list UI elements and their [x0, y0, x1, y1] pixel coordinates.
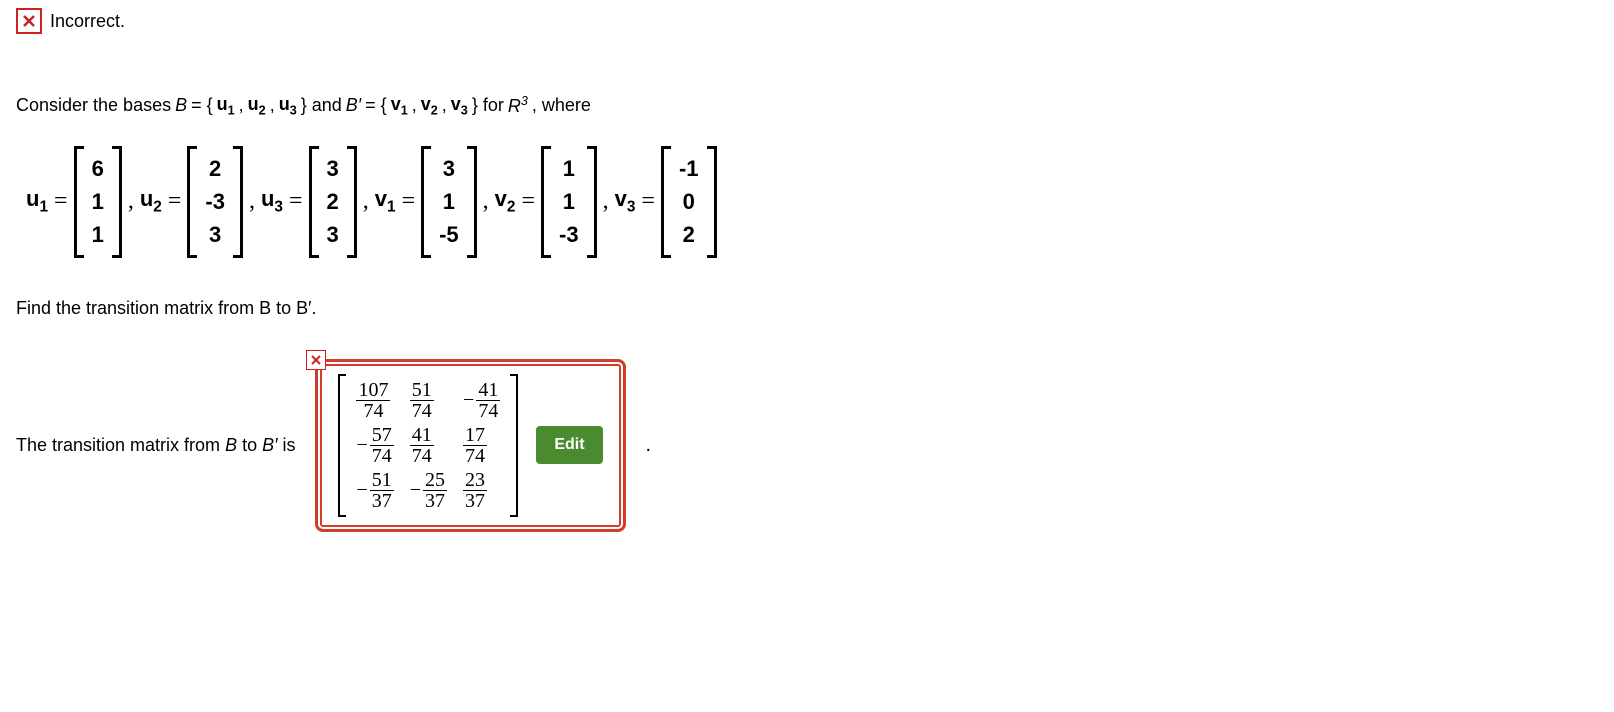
- comma: ,: [128, 188, 134, 215]
- vector-u2: u2: [248, 94, 266, 118]
- column-vector: 31-5: [421, 146, 477, 258]
- matrix-cell: 2337: [463, 470, 500, 511]
- matrix-cell: 10774: [356, 380, 393, 421]
- vector-label: v2: [495, 186, 516, 216]
- vector-v3: v3: [451, 94, 468, 118]
- period: .: [646, 434, 652, 457]
- vector-v1: v1: [391, 94, 408, 118]
- column-vector: -102: [661, 146, 717, 258]
- vector-label: v1: [375, 186, 396, 216]
- vector-u1: u1: [217, 94, 235, 118]
- matrix-cell: −2537: [410, 470, 447, 511]
- answer-row: The transition matrix from B to B′ is 10…: [16, 359, 1598, 532]
- column-vector: 323: [309, 146, 357, 258]
- vector-label: u2: [140, 186, 162, 216]
- answer-input-box[interactable]: 10774 5174 −4174 −5774 4174 1774 −5137 −2537 233…: [315, 359, 625, 532]
- equals-sign: =: [641, 188, 655, 215]
- incorrect-icon: [16, 8, 42, 34]
- answer-matrix: 10774 5174 −4174 −5774 4174 1774 −5137 −2537 233…: [338, 374, 518, 517]
- matrix-cell: −4174: [463, 380, 500, 421]
- matrix-cell: −5137: [356, 470, 393, 511]
- vector-definitions: u1 = 611, u2 = 2-33, u3 = 323, v1 = 31-5…: [26, 146, 1598, 258]
- comma: ,: [249, 188, 255, 215]
- vector-u3: u3: [279, 94, 297, 118]
- matrix-cell: −5774: [356, 425, 393, 466]
- prompt-text: } for: [472, 95, 504, 116]
- problem-prompt: Consider the bases B = { u1 , u2 , u3 } …: [16, 94, 1598, 118]
- vector-label: u1: [26, 186, 48, 216]
- answer-box-wrapper: 10774 5174 −4174 −5774 4174 1774 −5137 −2537 233…: [315, 359, 625, 532]
- space-R: R3: [508, 94, 528, 117]
- status-text: Incorrect.: [50, 11, 125, 32]
- edit-button[interactable]: Edit: [536, 426, 602, 464]
- comma: ,: [483, 188, 489, 215]
- status-row: Incorrect.: [16, 8, 1598, 34]
- equals-sign: =: [54, 188, 68, 215]
- vector-v2: v2: [421, 94, 438, 118]
- comma: ,: [412, 95, 417, 116]
- prompt-text: , where: [532, 95, 591, 116]
- equals-sign: =: [168, 188, 182, 215]
- vector-label: u3: [261, 186, 283, 216]
- comma: ,: [270, 95, 275, 116]
- matrix-cell: 1774: [463, 425, 500, 466]
- prompt-text: Consider the bases: [16, 95, 171, 116]
- basis-B: B: [175, 95, 187, 116]
- basis-Bprime: B′: [346, 95, 361, 116]
- comma: ,: [239, 95, 244, 116]
- incorrect-badge-icon: [306, 350, 326, 370]
- instruction-text: Find the transition matrix from B to B′.: [16, 298, 1598, 319]
- equals-sign: =: [521, 188, 535, 215]
- column-vector: 611: [74, 146, 122, 258]
- comma: ,: [442, 95, 447, 116]
- matrix-cell: 5174: [410, 380, 447, 421]
- comma: ,: [603, 188, 609, 215]
- vector-label: v3: [615, 186, 636, 216]
- matrix-cell: 4174: [410, 425, 447, 466]
- column-vector: 11-3: [541, 146, 597, 258]
- equals-sign: =: [289, 188, 303, 215]
- answer-lead: The transition matrix from B to B′ is: [16, 435, 295, 456]
- comma: ,: [363, 188, 369, 215]
- equals-sign: =: [402, 188, 416, 215]
- prompt-text: = {: [365, 95, 387, 116]
- column-vector: 2-33: [187, 146, 243, 258]
- prompt-text: } and: [301, 95, 342, 116]
- prompt-text: = {: [191, 95, 213, 116]
